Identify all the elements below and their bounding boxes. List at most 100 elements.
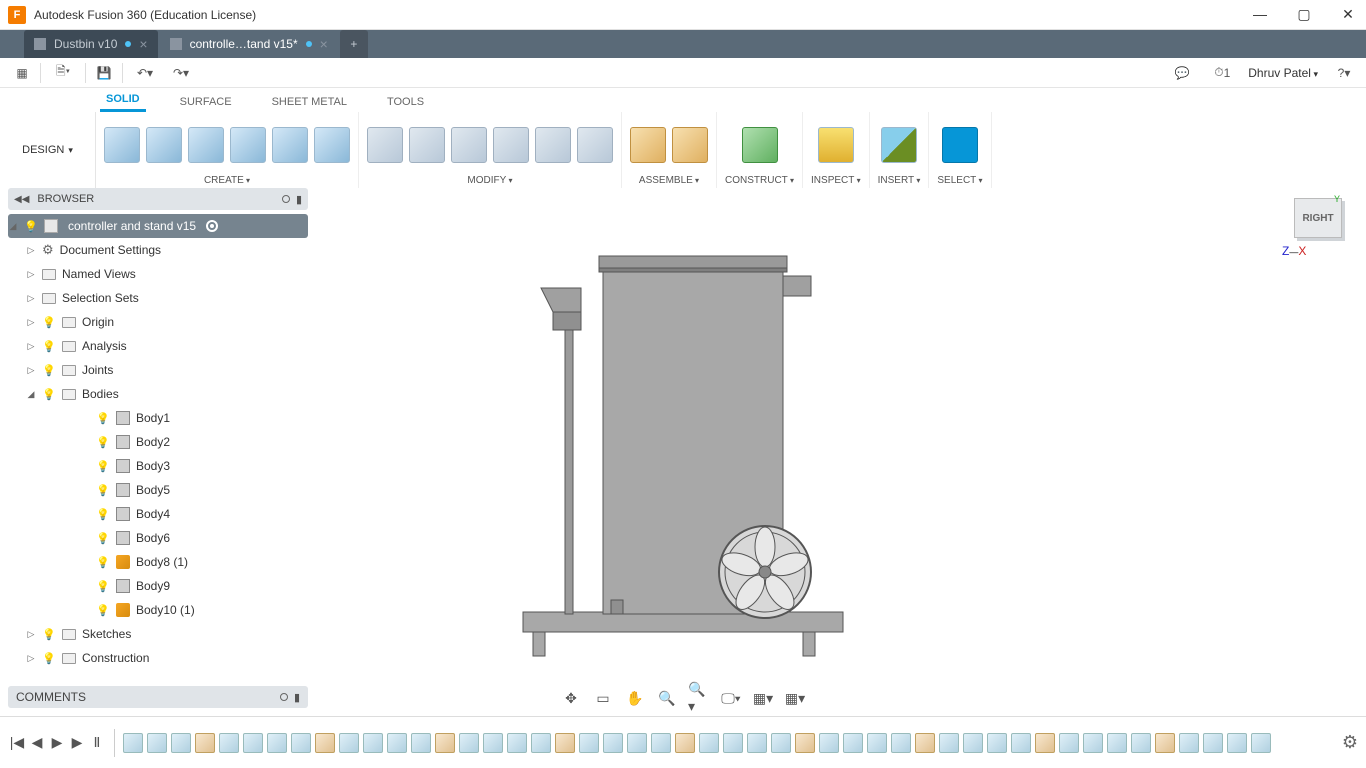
visibility-bulb-icon[interactable] xyxy=(42,387,56,401)
timeline-feature[interactable] xyxy=(291,733,311,753)
joint-button[interactable] xyxy=(672,127,708,163)
expand-icon[interactable]: ▷ xyxy=(26,629,36,640)
visibility-bulb-icon[interactable] xyxy=(42,651,56,665)
visibility-bulb-icon[interactable] xyxy=(42,315,56,329)
notifications-icon[interactable]: 💬 xyxy=(1168,61,1196,85)
timeline-feature[interactable] xyxy=(219,733,239,753)
timeline-feature[interactable] xyxy=(1251,733,1271,753)
tree-item[interactable]: Body2 xyxy=(8,430,308,454)
workspace-switcher[interactable]: DESIGN xyxy=(0,112,96,188)
insert-button[interactable] xyxy=(881,127,917,163)
create-sketch-button[interactable] xyxy=(104,127,140,163)
new-tab-button[interactable]: + xyxy=(340,30,368,58)
redo-button[interactable]: ↷▾ xyxy=(163,61,199,85)
select-button[interactable] xyxy=(942,127,978,163)
close-button[interactable]: ✕ xyxy=(1338,6,1358,23)
timeline-feature[interactable] xyxy=(819,733,839,753)
tree-item[interactable]: ▷⚙Document Settings xyxy=(8,238,308,262)
timeline-play-button[interactable]: ▶ xyxy=(48,734,66,752)
tab-close-icon[interactable]: × xyxy=(139,36,147,52)
visibility-bulb-icon[interactable] xyxy=(96,411,110,425)
viewcube[interactable]: Y RIGHT Z—X xyxy=(1282,198,1342,258)
undo-button[interactable]: ↶▾ xyxy=(127,61,163,85)
visibility-bulb-icon[interactable] xyxy=(42,363,56,377)
collapse-icon[interactable]: ◀◀ xyxy=(14,194,29,205)
expand-icon[interactable]: ▷ xyxy=(26,341,36,352)
zoom-button[interactable]: 🔍 xyxy=(656,688,678,708)
timeline-feature[interactable] xyxy=(1227,733,1247,753)
tree-item[interactable]: ▷Named Views xyxy=(8,262,308,286)
tree-item[interactable]: ▷Selection Sets xyxy=(8,286,308,310)
expand-icon[interactable]: ▷ xyxy=(26,293,36,304)
timeline-feature[interactable] xyxy=(1131,733,1151,753)
grid-settings-button[interactable]: ▦▾ xyxy=(752,688,774,708)
expand-icon[interactable]: ▷ xyxy=(26,365,36,376)
tree-item[interactable]: Body3 xyxy=(8,454,308,478)
panel-label[interactable]: MODIFY xyxy=(467,173,512,186)
timeline-end-button[interactable]: Ⅱ xyxy=(88,734,106,752)
orbit-button[interactable]: ✥ xyxy=(560,688,582,708)
file-menu[interactable]: 🗎▾ xyxy=(45,61,81,85)
timeline-feature[interactable] xyxy=(699,733,719,753)
look-at-button[interactable]: ▭ xyxy=(592,688,614,708)
offset-button[interactable] xyxy=(535,127,571,163)
new-component-button[interactable] xyxy=(630,127,666,163)
timeline-feature[interactable] xyxy=(1107,733,1127,753)
timeline-feature[interactable] xyxy=(771,733,791,753)
tree-item[interactable]: ▷Origin xyxy=(8,310,308,334)
expand-icon[interactable]: ▷ xyxy=(26,245,36,256)
tab-controller[interactable]: controlle…tand v15* × xyxy=(160,30,338,58)
ribbon-tab-surface[interactable]: SURFACE xyxy=(174,92,238,112)
expand-icon[interactable]: ◢ xyxy=(26,389,36,400)
visibility-bulb-icon[interactable] xyxy=(96,555,110,569)
timeline-feature[interactable] xyxy=(555,733,575,753)
timeline-feature[interactable] xyxy=(171,733,191,753)
panel-label[interactable]: CONSTRUCT xyxy=(725,173,794,186)
timeline-feature[interactable] xyxy=(315,733,335,753)
fillet-button[interactable] xyxy=(409,127,445,163)
timeline-feature[interactable] xyxy=(579,733,599,753)
timeline-feature[interactable] xyxy=(1011,733,1031,753)
timeline-feature[interactable] xyxy=(1059,733,1079,753)
viewcube-face[interactable]: RIGHT xyxy=(1294,198,1342,238)
timeline-feature[interactable] xyxy=(1035,733,1055,753)
display-settings-button[interactable]: 🖵▾ xyxy=(720,688,742,708)
ribbon-tab-sheet-metal[interactable]: SHEET METAL xyxy=(266,92,353,112)
timeline-feature[interactable] xyxy=(891,733,911,753)
expand-icon[interactable]: ▷ xyxy=(26,653,36,664)
press-pull-button[interactable] xyxy=(367,127,403,163)
timeline-feature[interactable] xyxy=(1203,733,1223,753)
hole-button[interactable] xyxy=(272,127,308,163)
tree-item[interactable]: Body5 xyxy=(8,478,308,502)
bullet-icon[interactable] xyxy=(282,195,290,203)
expand-icon[interactable]: ◢ xyxy=(8,221,18,232)
timeline-feature[interactable] xyxy=(387,733,407,753)
visibility-bulb-icon[interactable] xyxy=(96,507,110,521)
visibility-bulb-icon[interactable] xyxy=(96,579,110,593)
panel-label[interactable]: CREATE xyxy=(204,173,250,186)
visibility-bulb-icon[interactable] xyxy=(96,603,110,617)
pan-button[interactable]: ✋ xyxy=(624,688,646,708)
fit-button[interactable]: 🔍▾ xyxy=(688,688,710,708)
timeline-feature[interactable] xyxy=(435,733,455,753)
tree-item[interactable]: Body4 xyxy=(8,502,308,526)
revolve-button[interactable] xyxy=(230,127,266,163)
panel-label[interactable]: INSPECT xyxy=(811,173,861,186)
timeline-feature[interactable] xyxy=(1155,733,1175,753)
timeline-feature[interactable] xyxy=(531,733,551,753)
timeline-feature[interactable] xyxy=(627,733,647,753)
timeline-feature[interactable] xyxy=(1083,733,1103,753)
panel-label[interactable]: INSERT xyxy=(878,173,921,186)
create-form-button[interactable] xyxy=(146,127,182,163)
pin-icon[interactable]: ▮ xyxy=(296,193,302,206)
maximize-button[interactable]: ▢ xyxy=(1294,6,1314,23)
visibility-bulb-icon[interactable] xyxy=(96,531,110,545)
visibility-bulb-icon[interactable] xyxy=(96,483,110,497)
job-status-icon[interactable]: ⏱1 xyxy=(1208,61,1236,85)
timeline-step-forward-button[interactable]: ▶ xyxy=(68,734,86,752)
timeline-feature[interactable] xyxy=(483,733,503,753)
panel-label[interactable]: SELECT xyxy=(937,173,982,186)
combine-button[interactable] xyxy=(493,127,529,163)
ribbon-tab-solid[interactable]: SOLID xyxy=(100,89,146,112)
timeline-feature[interactable] xyxy=(459,733,479,753)
